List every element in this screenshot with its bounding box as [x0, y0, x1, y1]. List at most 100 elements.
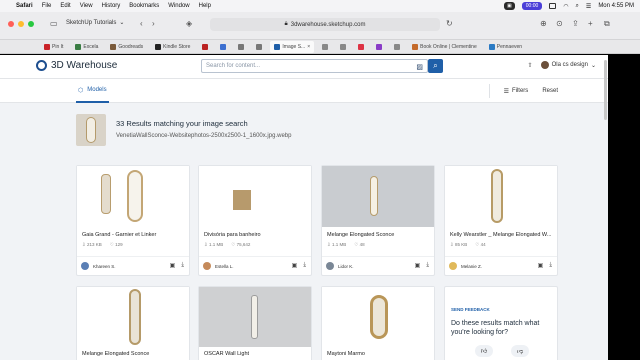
- search-input[interactable]: Search for content... ▨: [201, 59, 428, 73]
- download-icon[interactable]: ⤓: [549, 262, 552, 269]
- model-thumbnail[interactable]: [322, 166, 434, 227]
- close-window-icon[interactable]: [8, 21, 14, 27]
- model-title[interactable]: Maytoni Marmo: [327, 351, 431, 357]
- menu-help[interactable]: Help: [199, 3, 211, 9]
- tab-models[interactable]: ⬡ Models: [76, 79, 109, 103]
- collection-icon[interactable]: ▣: [292, 262, 298, 269]
- collection-icon[interactable]: ▣: [170, 262, 176, 269]
- collection-icon[interactable]: ▣: [538, 262, 544, 269]
- model-thumbnail[interactable]: [199, 166, 311, 227]
- download-icon[interactable]: ⤓: [303, 262, 306, 269]
- model-thumbnail[interactable]: [77, 287, 189, 347]
- shield-icon[interactable]: ◈: [186, 19, 192, 28]
- reset-button[interactable]: Reset: [542, 88, 558, 94]
- model-card[interactable]: Melange Elongated Sconce: [76, 286, 190, 360]
- forward-icon[interactable]: ›: [152, 19, 155, 28]
- author-name: Lidor K.: [338, 263, 354, 269]
- model-card[interactable]: Divisória para banheiro ⇩ 1.1 MB ♡ 75,64…: [198, 165, 312, 276]
- thumbs-up-button[interactable]: 👍︎: [475, 345, 493, 357]
- site-icon: [376, 43, 383, 50]
- minimize-window-icon[interactable]: [18, 21, 24, 27]
- menu-view[interactable]: View: [80, 3, 93, 9]
- add-tab-icon[interactable]: ⊕: [540, 19, 547, 28]
- address-bar[interactable]: 🔒︎ 3dwarehouse.sketchup.com: [210, 18, 440, 31]
- spotlight-icon[interactable]: ⌕: [576, 3, 579, 10]
- thumbs-down-button[interactable]: 👎︎: [511, 345, 529, 357]
- author[interactable]: Melanie Z.: [449, 262, 482, 270]
- scrollbar-thumb[interactable]: [604, 60, 607, 120]
- download-icon[interactable]: ⤓: [181, 262, 184, 269]
- model-card[interactable]: Melange Elongated Sconce ⇩ 1.1 MB ♡ 48 L…: [321, 165, 435, 276]
- author[interactable]: Estella L.: [203, 262, 234, 270]
- new-tab-icon[interactable]: +: [588, 19, 593, 28]
- download-icon[interactable]: ⊙: [556, 19, 563, 28]
- wifi-icon[interactable]: ◠: [563, 3, 568, 10]
- bookmark-goodreads[interactable]: Goodreads: [106, 41, 147, 53]
- tab-favicon-3[interactable]: [234, 41, 248, 53]
- sidebar-toggle-icon[interactable]: ▭: [50, 19, 58, 28]
- likes-value: 129: [115, 242, 123, 247]
- menu-bookmarks[interactable]: Bookmarks: [129, 3, 159, 9]
- model-thumbnail[interactable]: [77, 166, 189, 227]
- tab-favicon-1[interactable]: [198, 41, 212, 53]
- reload-icon[interactable]: ↻: [446, 19, 453, 28]
- tab-image-search[interactable]: Image S... ×: [270, 40, 315, 53]
- search-button[interactable]: ⌕: [428, 59, 443, 73]
- menubar-clock[interactable]: Mon 4:55 PM: [598, 3, 634, 9]
- model-card[interactable]: OSCAR Wall Light: [198, 286, 312, 360]
- tab-favicon-9[interactable]: [390, 41, 404, 53]
- model-title[interactable]: Divisória para banheiro: [204, 232, 308, 238]
- bookmark-clementine[interactable]: Book Online | Clementine: [408, 41, 481, 53]
- user-menu[interactable]: Ola cs design ⌄: [540, 61, 596, 69]
- menu-app[interactable]: Safari: [16, 3, 33, 9]
- control-center-icon[interactable]: ☰: [586, 3, 591, 10]
- model-thumbnail[interactable]: [445, 166, 557, 227]
- close-tab-icon[interactable]: ×: [307, 44, 310, 50]
- site-logo[interactable]: 3D Warehouse: [36, 60, 117, 71]
- model-title[interactable]: Melange Elongated Sconce: [327, 232, 431, 238]
- menu-history[interactable]: History: [102, 3, 121, 9]
- file-size: ⇩ 85 KB: [450, 242, 468, 247]
- tab-favicon-5[interactable]: [318, 41, 332, 53]
- model-card[interactable]: Gaia Grand - Garnier et Linker ⇩ 213 KB …: [76, 165, 190, 276]
- send-feedback-label[interactable]: SEND FEEDBACK: [451, 307, 490, 312]
- model-title[interactable]: Melange Elongated Sconce: [82, 351, 186, 357]
- goodreads-icon: [110, 43, 117, 50]
- model-thumbnail[interactable]: [199, 287, 311, 347]
- author[interactable]: Lidor K.: [326, 262, 354, 270]
- tab-group-selector[interactable]: SketchUp Tutorials ⌄: [66, 19, 124, 27]
- tab-favicon-2[interactable]: [216, 41, 230, 53]
- model-title[interactable]: OSCAR Wall Light: [204, 351, 308, 357]
- model-card[interactable]: Kelly Wearstler _ Melange Elongated W...…: [444, 165, 558, 276]
- tab-overview-icon[interactable]: ⧉: [604, 19, 610, 29]
- zoom-window-icon[interactable]: [28, 21, 34, 27]
- upload-icon[interactable]: ⇧: [528, 62, 533, 69]
- recording-timer[interactable]: 00:00: [521, 2, 543, 10]
- screen-share-icon[interactable]: ▣: [504, 2, 515, 10]
- tab-favicon-6[interactable]: [336, 41, 350, 53]
- tab-favicon-8[interactable]: [372, 41, 386, 53]
- likes-value: 48: [359, 242, 365, 247]
- bookmark-pin-it[interactable]: Pin It: [40, 41, 67, 53]
- back-icon[interactable]: ‹: [140, 19, 143, 28]
- menu-window[interactable]: Window: [168, 3, 189, 9]
- bookmark-excela[interactable]: Excela: [71, 41, 102, 53]
- bookmark-pennaeven[interactable]: Pennaeven: [485, 41, 526, 53]
- model-card[interactable]: Maytoni Marmo: [321, 286, 435, 360]
- model-thumbnail[interactable]: [322, 287, 434, 347]
- avatar: [81, 262, 89, 270]
- menu-file[interactable]: File: [42, 3, 52, 9]
- bookmark-kindle[interactable]: Kindle Store: [151, 41, 194, 53]
- author[interactable]: Khareen S.: [81, 262, 116, 270]
- download-icon[interactable]: ⤓: [426, 262, 429, 269]
- menu-edit[interactable]: Edit: [60, 3, 70, 9]
- image-icon[interactable]: ▨: [416, 63, 423, 71]
- tab-favicon-7[interactable]: [354, 41, 368, 53]
- model-title[interactable]: Kelly Wearstler _ Melange Elongated W...: [450, 232, 554, 238]
- share-icon[interactable]: ⇪: [572, 19, 579, 28]
- filters-button[interactable]: ☰ Filters: [504, 88, 529, 95]
- tab-favicon-4[interactable]: [252, 41, 266, 53]
- battery-icon[interactable]: [549, 3, 557, 9]
- model-title[interactable]: Gaia Grand - Garnier et Linker: [82, 232, 186, 238]
- collection-icon[interactable]: ▣: [415, 262, 421, 269]
